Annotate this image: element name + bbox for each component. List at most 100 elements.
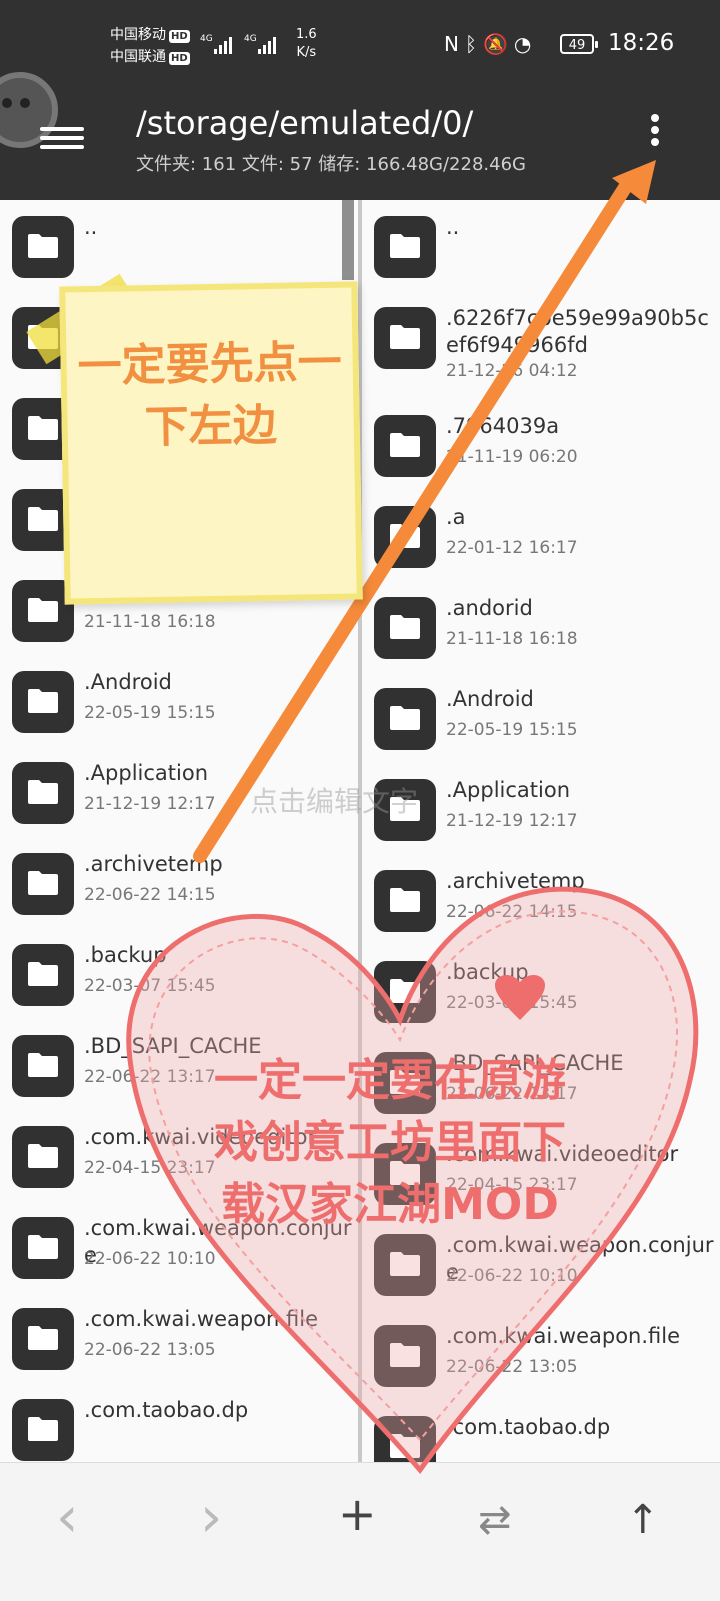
sticky-note: 一定要先点一下左边: [59, 281, 363, 605]
battery-icon: 49: [560, 34, 598, 54]
file-row[interactable]: .backup 22-03-07 15:45: [362, 945, 720, 1036]
storage-stats: 文件夹: 161 文件: 57 储存: 166.48G/228.46G: [136, 154, 526, 175]
folder-icon: [12, 1308, 74, 1370]
file-name: .com.taobao.dp: [446, 1415, 611, 1439]
hd-badge: HD: [169, 30, 190, 43]
file-date: 22-06-22 10:10: [446, 1266, 578, 1286]
folder-icon: [12, 944, 74, 1006]
signal-icon: [214, 36, 232, 54]
file-date: 21-12-19 12:17: [446, 811, 578, 831]
file-name: .com.kwai.weapon.file: [446, 1324, 681, 1348]
folder-icon: [12, 1217, 74, 1279]
file-row[interactable]: .archivetemp 22-06-22 14:15: [0, 837, 358, 928]
network-speed: 1.6 K/s: [296, 27, 317, 60]
folder-icon: [374, 1416, 436, 1462]
file-name: .archivetemp: [84, 852, 223, 876]
folder-icon: [374, 415, 436, 477]
file-row[interactable]: .Android 22-05-19 15:15: [0, 655, 358, 746]
file-name: .a: [446, 505, 466, 529]
file-row[interactable]: .a 22-01-12 16:17: [362, 490, 720, 581]
toolbar: /storage/emulated/0/ 文件夹: 161 文件: 57 储存:…: [0, 72, 720, 200]
file-date: 21-11-19 06:20: [446, 447, 578, 467]
left-scrollbar[interactable]: [342, 200, 354, 280]
file-date: 22-05-19 15:15: [446, 720, 578, 740]
status-bar: 中国移动 HD 中国联通 HD 4G 4G 1.6 K/s Nᛒ🔕◔ 49 18:2…: [0, 0, 720, 92]
parent-folder-button[interactable]: ↑: [626, 1497, 660, 1543]
back-button[interactable]: ‹: [56, 1485, 78, 1550]
file-name: .Android: [84, 670, 172, 694]
bottom-bar: ‹ › + ⇄ ↑: [0, 1462, 720, 1601]
performance-icon: ◔: [513, 32, 538, 56]
folder-icon: [374, 1325, 436, 1387]
file-date: 21-11-18 16:18: [84, 612, 216, 632]
file-name: .andorid: [446, 596, 533, 620]
file-date: 22-06-22 14:15: [84, 885, 216, 905]
network-type-2: 4G: [244, 34, 257, 44]
status-icons: Nᛒ🔕◔: [444, 32, 537, 56]
folder-icon: [12, 1399, 74, 1461]
note-text: 一定要先点一下左边: [77, 336, 343, 454]
file-row[interactable]: ..: [0, 200, 358, 291]
file-date: 22-01-12 16:17: [446, 538, 578, 558]
file-name: .backup: [84, 943, 167, 967]
current-path: /storage/emulated/0/: [136, 104, 474, 142]
hd-badge: HD: [169, 52, 190, 65]
file-name: .backup: [446, 960, 529, 984]
carrier-1: 中国移动: [110, 27, 166, 43]
file-row[interactable]: .6226f7cbe59e99a90b5cef6f949966fd 21-12-2…: [362, 291, 720, 399]
folder-icon: [12, 216, 74, 278]
file-date: 21-12-19 12:17: [84, 794, 216, 814]
file-date: 22-04-15 23:17: [84, 1158, 216, 1178]
file-row[interactable]: .archivetemp 22-06-22 14:15: [362, 854, 720, 945]
folder-icon: [12, 1035, 74, 1097]
bluetooth-icon: ᛒ: [464, 32, 483, 56]
more-options-icon[interactable]: [650, 114, 660, 154]
file-date: 22-03-07 15:45: [446, 993, 578, 1013]
file-date: 22-03-07 15:45: [84, 976, 216, 996]
watermark-text: 点击编辑文字: [250, 785, 419, 818]
file-name: .com.taobao.dp: [84, 1398, 249, 1422]
forward-button[interactable]: ›: [200, 1485, 222, 1550]
file-row[interactable]: .andorid 21-11-18 16:18: [362, 581, 720, 672]
file-row[interactable]: .com.kwai.weapon.file 22-06-22 13:05: [0, 1292, 358, 1383]
file-date: 21-12-26 04:12: [446, 361, 578, 381]
nfc-icon: N: [444, 32, 465, 56]
file-name: .6226f7cbe59e99a90b5cef6f949966fd: [446, 306, 709, 357]
file-name: .Android: [446, 687, 534, 711]
swap-panes-button[interactable]: ⇄: [478, 1497, 512, 1543]
folder-icon: [12, 762, 74, 824]
carrier-info: 中国移动 HD 中国联通 HD: [110, 24, 190, 68]
menu-icon[interactable]: [40, 122, 84, 158]
file-date: 22-06-22 13:17: [84, 1067, 216, 1087]
file-row[interactable]: .backup 22-03-07 15:45: [0, 928, 358, 1019]
folder-icon: [374, 870, 436, 932]
file-row[interactable]: .com.kwai.weapon.file 22-06-22 13:05: [362, 1309, 720, 1400]
clock: 18:26: [608, 30, 675, 56]
folder-icon: [374, 216, 436, 278]
carrier-2: 中国联通: [110, 49, 166, 65]
heart-text: 一定一定要在原游戏创意工坊里面下载汉家江湖MOD: [214, 1055, 566, 1230]
folder-icon: [374, 1234, 436, 1296]
add-button[interactable]: +: [338, 1487, 377, 1541]
file-row[interactable]: .com.taobao.dp: [362, 1400, 720, 1462]
file-name: .7964039a: [446, 414, 560, 438]
folder-icon: [12, 853, 74, 915]
file-name: .Application: [446, 778, 571, 802]
file-name: ..: [446, 215, 460, 239]
folder-icon: [12, 1126, 74, 1188]
folder-icon: [12, 671, 74, 733]
right-file-pane[interactable]: .. .6226f7cbe59e99a90b5cef6f949966fd 21-12…: [362, 200, 720, 1462]
file-name: .archivetemp: [446, 869, 585, 893]
folder-icon: [374, 506, 436, 568]
file-date: 22-06-22 13:05: [446, 1357, 578, 1377]
network-type-1: 4G: [200, 34, 213, 44]
folder-icon: [374, 688, 436, 750]
file-row[interactable]: .Android 22-05-19 15:15: [362, 672, 720, 763]
signal-icon: [258, 36, 276, 54]
folder-icon: [374, 307, 436, 369]
file-row[interactable]: .com.taobao.dp: [0, 1383, 358, 1462]
file-row[interactable]: .7964039a 21-11-19 06:20: [362, 399, 720, 490]
file-date: 22-05-19 15:15: [84, 703, 216, 723]
file-date: 22-06-22 13:05: [84, 1340, 216, 1360]
file-row[interactable]: ..: [362, 200, 720, 291]
